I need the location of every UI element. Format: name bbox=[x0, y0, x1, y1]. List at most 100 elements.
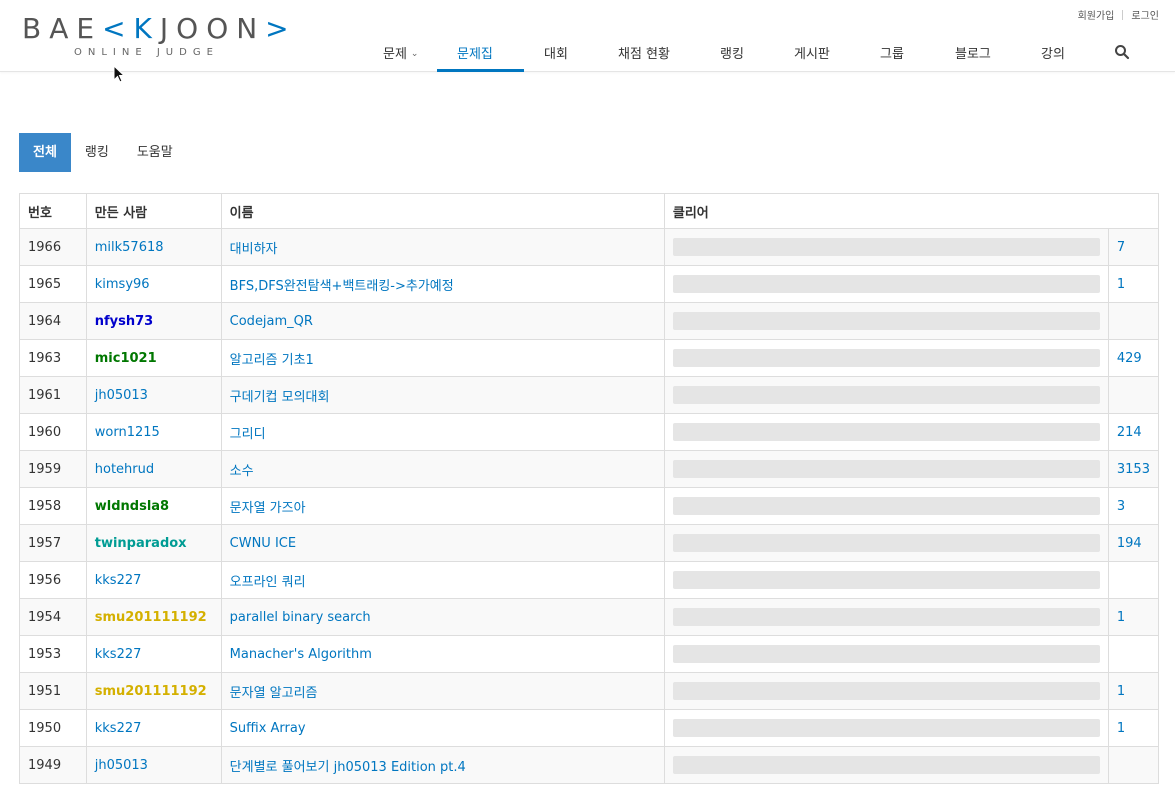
clear-cell bbox=[1107, 376, 1160, 414]
name-cell: 알고리즘 기초1 bbox=[220, 339, 665, 377]
maker-link[interactable]: kks227 bbox=[95, 721, 142, 736]
maker-cell: kks227 bbox=[85, 561, 222, 599]
workbook-tabs: 전체 랭킹 도움말 bbox=[19, 133, 187, 172]
progress-cell bbox=[663, 376, 1109, 414]
table-row: 1954 smu201111192 parallel binary search 1 bbox=[19, 598, 1160, 636]
maker-link[interactable]: kks227 bbox=[95, 573, 142, 588]
table-row: 1953 kks227 Manacher's Algorithm bbox=[19, 635, 1160, 673]
nav-problems[interactable]: 문제 ⌄ bbox=[383, 43, 418, 62]
maker-link[interactable]: jh05013 bbox=[95, 758, 148, 773]
nav-ranking[interactable]: 랭킹 bbox=[720, 43, 744, 62]
login-link[interactable]: 로그인 bbox=[1131, 7, 1159, 22]
search-icon[interactable] bbox=[1114, 44, 1130, 60]
clear-cell: 1 bbox=[1107, 672, 1160, 710]
clear-count-link[interactable]: 194 bbox=[1117, 536, 1142, 551]
header-maker: 만든 사람 bbox=[85, 193, 222, 229]
name-cell: CWNU ICE bbox=[220, 524, 665, 562]
progress-bar bbox=[672, 238, 1100, 256]
name-cell: Suffix Array bbox=[220, 709, 665, 747]
nav-board[interactable]: 게시판 bbox=[794, 43, 830, 62]
nav-group[interactable]: 그룹 bbox=[880, 43, 904, 62]
workbook-link[interactable]: Manacher's Algorithm bbox=[230, 647, 372, 662]
workbook-link[interactable]: Codejam_QR bbox=[230, 314, 313, 329]
tab-all[interactable]: 전체 bbox=[19, 133, 71, 172]
clear-count-link[interactable]: 3153 bbox=[1117, 462, 1150, 477]
maker-cell: hotehrud bbox=[85, 450, 222, 488]
name-cell: 문자열 가즈아 bbox=[220, 487, 665, 525]
clear-count-link[interactable]: 1 bbox=[1117, 277, 1125, 292]
clear-cell: 3 bbox=[1107, 487, 1160, 525]
workbook-number: 1958 bbox=[19, 487, 87, 525]
clear-cell bbox=[1107, 746, 1160, 784]
table-row: 1949 jh05013 단계별로 풀어보기 jh05013 Edition pt.… bbox=[19, 746, 1160, 784]
maker-link[interactable]: worn1215 bbox=[95, 425, 160, 440]
logo[interactable]: BAE<KJOON> ONLINE JUDGE bbox=[22, 12, 289, 62]
workbook-link[interactable]: CWNU ICE bbox=[230, 536, 296, 551]
table-row: 1950 kks227 Suffix Array 1 bbox=[19, 709, 1160, 747]
tab-help[interactable]: 도움말 bbox=[123, 133, 187, 172]
workbook-link[interactable]: 알고리즘 기초1 bbox=[230, 353, 314, 368]
nav-workbook[interactable]: 문제집 bbox=[457, 43, 493, 62]
maker-link[interactable]: hotehrud bbox=[95, 462, 154, 477]
clear-cell: 1 bbox=[1107, 265, 1160, 303]
workbook-link[interactable]: 문자열 가즈아 bbox=[230, 501, 306, 516]
clear-count-link[interactable]: 1 bbox=[1117, 721, 1125, 736]
tab-ranking[interactable]: 랭킹 bbox=[71, 133, 123, 172]
name-cell: 대비하자 bbox=[220, 228, 665, 266]
maker-link[interactable]: smu201111192 bbox=[95, 684, 207, 699]
table-row: 1960 worn1215 그리디 214 bbox=[19, 413, 1160, 451]
signup-link[interactable]: 회원가입 bbox=[1078, 7, 1115, 22]
maker-link[interactable]: wldndsla8 bbox=[95, 499, 169, 514]
active-nav-underline bbox=[437, 69, 524, 72]
workbook-number: 1956 bbox=[19, 561, 87, 599]
nav-lecture[interactable]: 강의 bbox=[1041, 43, 1065, 62]
clear-count-link[interactable]: 3 bbox=[1117, 499, 1125, 514]
maker-link[interactable]: nfysh73 bbox=[95, 314, 153, 329]
maker-link[interactable]: kks227 bbox=[95, 647, 142, 662]
progress-cell bbox=[663, 228, 1109, 266]
account-links: 회원가입 로그인 bbox=[1078, 7, 1159, 22]
nav-contest[interactable]: 대회 bbox=[544, 43, 568, 62]
clear-count-link[interactable]: 7 bbox=[1117, 240, 1125, 255]
maker-cell: smu201111192 bbox=[85, 672, 222, 710]
clear-count-link[interactable]: 1 bbox=[1117, 610, 1125, 625]
header-clear: 클리어 bbox=[663, 193, 1160, 229]
workbook-number: 1965 bbox=[19, 265, 87, 303]
maker-link[interactable]: twinparadox bbox=[95, 536, 187, 551]
workbook-link[interactable]: 대비하자 bbox=[230, 242, 278, 257]
maker-link[interactable]: smu201111192 bbox=[95, 610, 207, 625]
table-row: 1959 hotehrud 소수 3153 bbox=[19, 450, 1160, 488]
maker-link[interactable]: jh05013 bbox=[95, 388, 148, 403]
workbook-link[interactable]: 소수 bbox=[230, 464, 254, 479]
progress-bar bbox=[672, 349, 1100, 367]
maker-link[interactable]: kimsy96 bbox=[95, 277, 150, 292]
workbook-link[interactable]: 오프라인 쿼리 bbox=[230, 575, 306, 590]
workbook-number: 1953 bbox=[19, 635, 87, 673]
workbook-link[interactable]: 그리디 bbox=[230, 427, 266, 442]
workbook-link[interactable]: 구데기컵 모의대회 bbox=[230, 390, 330, 405]
maker-link[interactable]: mic1021 bbox=[95, 351, 157, 366]
maker-cell: nfysh73 bbox=[85, 302, 222, 340]
progress-cell bbox=[663, 302, 1109, 340]
progress-cell bbox=[663, 746, 1109, 784]
maker-link[interactable]: milk57618 bbox=[95, 240, 164, 255]
clear-count-link[interactable]: 429 bbox=[1117, 351, 1142, 366]
workbook-link[interactable]: Suffix Array bbox=[230, 721, 306, 736]
name-cell: 그리디 bbox=[220, 413, 665, 451]
workbook-link[interactable]: parallel binary search bbox=[230, 610, 371, 625]
clear-cell bbox=[1107, 302, 1160, 340]
clear-count-link[interactable]: 1 bbox=[1117, 684, 1125, 699]
clear-count-link[interactable]: 214 bbox=[1117, 425, 1142, 440]
clear-cell: 1 bbox=[1107, 709, 1160, 747]
progress-cell bbox=[663, 635, 1109, 673]
workbook-link[interactable]: 문자열 알고리즘 bbox=[230, 686, 318, 701]
progress-cell bbox=[663, 561, 1109, 599]
nav-status[interactable]: 채점 현황 bbox=[618, 43, 670, 62]
workbook-link[interactable]: BFS,DFS완전탐색+백트래킹->추가예정 bbox=[230, 279, 454, 294]
workbook-number: 1959 bbox=[19, 450, 87, 488]
chevron-down-icon: ⌄ bbox=[410, 49, 419, 59]
table-row: 1951 smu201111192 문자열 알고리즘 1 bbox=[19, 672, 1160, 710]
progress-bar bbox=[672, 719, 1100, 737]
workbook-link[interactable]: 단계별로 풀어보기 jh05013 Edition pt.4 bbox=[230, 760, 466, 775]
nav-blog[interactable]: 블로그 bbox=[955, 43, 991, 62]
